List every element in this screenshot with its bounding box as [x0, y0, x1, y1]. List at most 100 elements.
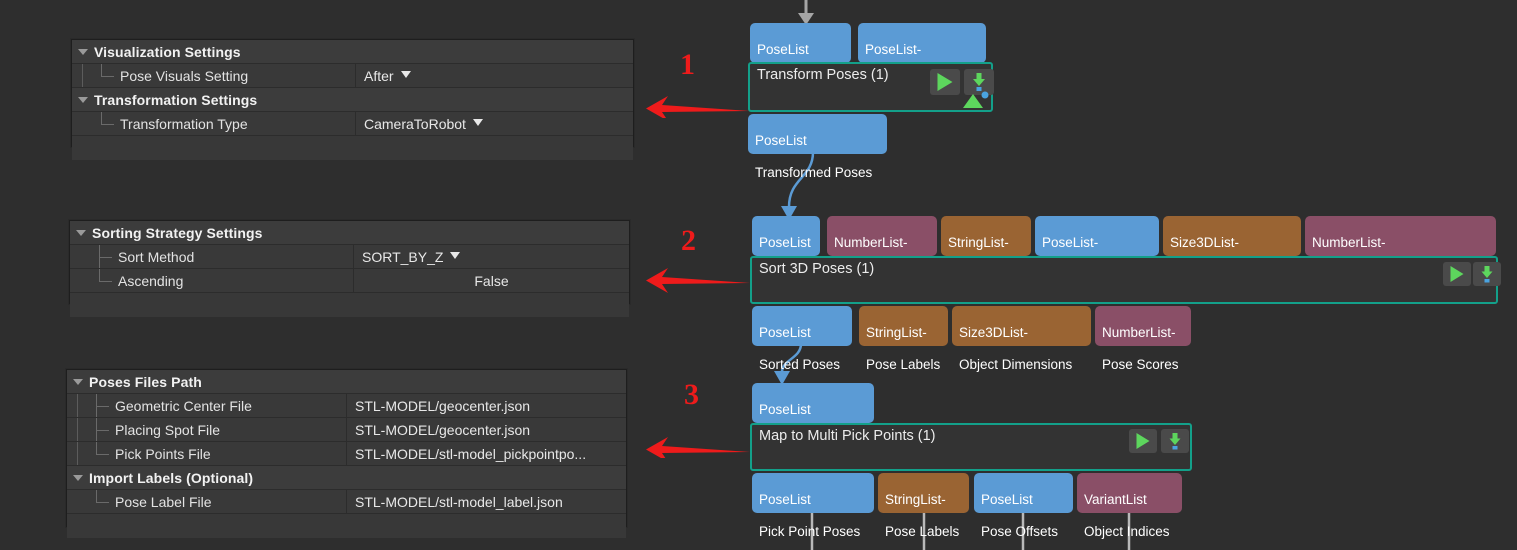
export-output-button[interactable]: [1473, 262, 1501, 286]
transform-poses-node[interactable]: Transform Poses (1): [748, 62, 994, 112]
setting-value-text: STL-MODEL/stl-model_pickpointpo...: [355, 445, 587, 462]
port-label: Object Indices: [1084, 524, 1170, 539]
setting-row-geometric-center-file[interactable]: Geometric Center File STL-MODEL/geocente…: [67, 394, 626, 418]
export-output-button[interactable]: [1161, 429, 1189, 453]
port-map-output-pose-offsets[interactable]: PoseList Pose Offsets: [974, 473, 1073, 539]
setting-value-geometric-center-file[interactable]: STL-MODEL/geocenter.json: [347, 394, 626, 417]
panel-filler-row: [67, 514, 626, 538]
tree-elbow-icon: [92, 245, 118, 268]
annotation-arrow-icon: [646, 96, 750, 118]
annotation-arrow-icon: [646, 437, 750, 458]
setting-label: Pose Visuals Setting: [120, 67, 249, 84]
port-label: Pick Point Poses: [759, 524, 861, 539]
setting-row-sort-method[interactable]: Sort Method SORT_BY_Z: [70, 245, 629, 269]
setting-value-ascending[interactable]: False: [354, 269, 629, 292]
port-type: StringList-: [885, 492, 946, 507]
setting-row-transformation-type[interactable]: Transformation Type CameraToRobot: [72, 112, 633, 136]
port-sort-input-poses-scores-to-be-sorted[interactable]: NumberList- Poses Scores to Be Sorted: [1305, 216, 1496, 282]
group-label: Sorting Strategy Settings: [92, 224, 263, 241]
setting-label: Geometric Center File: [115, 397, 252, 414]
setting-value-placing-spot-file[interactable]: STL-MODEL/geocenter.json: [347, 418, 626, 441]
chevron-down-icon[interactable]: [472, 119, 483, 126]
download-icon: [1169, 433, 1181, 450]
setting-row-pose-visuals-setting[interactable]: Pose Visuals Setting After: [72, 64, 633, 88]
setting-row-placing-spot-file[interactable]: Placing Spot File STL-MODEL/geocenter.js…: [67, 418, 626, 442]
port-label: Pose Scores: [1102, 357, 1179, 372]
map-to-multi-pick-points-node[interactable]: Map to Multi Pick Points (1): [750, 423, 1192, 471]
group-header-sorting-strategy-settings[interactable]: Sorting Strategy Settings: [70, 221, 629, 245]
annotation-1: 1: [640, 48, 750, 118]
tree-guide: [70, 269, 92, 292]
group-header-import-labels[interactable]: Import Labels (Optional): [67, 466, 626, 490]
tree-elbow-icon: [92, 269, 118, 292]
collapse-triangle-icon[interactable]: [72, 88, 94, 111]
setting-value-pose-visuals-setting[interactable]: After: [356, 64, 633, 87]
port-type: Size3DList-: [959, 325, 1029, 340]
port-type: PoseList: [759, 402, 811, 417]
port-sort-output-pose-scores[interactable]: NumberList- Pose Scores: [1095, 306, 1191, 372]
port-type: StringList-: [948, 235, 1009, 250]
output-indicator-icon: [963, 91, 989, 108]
port-map-output-object-indices[interactable]: VariantList Object Indices: [1077, 473, 1182, 539]
run-step-button[interactable]: [930, 69, 960, 95]
port-label: Sorted Poses: [759, 357, 841, 372]
port-transform-output-transformed-poses[interactable]: PoseList Transformed Poses: [748, 114, 887, 180]
annotation-3: 3: [640, 378, 750, 458]
port-sort-output-object-dimensions[interactable]: Size3DList- Object Dimensions: [952, 306, 1091, 372]
port-transform-input-original-poses[interactable]: PoseList Original Poses: [750, 23, 851, 89]
group-header-poses-files-path[interactable]: Poses Files Path: [67, 370, 626, 394]
setting-value-text: After: [364, 67, 394, 84]
run-step-button[interactable]: [1129, 429, 1157, 453]
collapse-triangle-icon[interactable]: [70, 221, 92, 244]
download-icon: [973, 73, 985, 91]
port-map-input-pick-point-poses[interactable]: PoseList Pick Point Poses: [752, 383, 874, 449]
port-label: Pose Labels: [866, 357, 941, 372]
setting-value-pick-points-file[interactable]: STL-MODEL/stl-model_pickpointpo...: [347, 442, 626, 465]
play-icon: [937, 73, 953, 91]
port-sort-input-object-dimensions[interactable]: Size3DList- Object Dimensions: [1163, 216, 1301, 282]
node-title: Map to Multi Pick Points (1): [759, 428, 936, 444]
port-sort-input-sorting-scores[interactable]: NumberList- Sorting Scores: [827, 216, 937, 282]
port-sort-input-reference-poses[interactable]: PoseList- Reference Poses: [1035, 216, 1159, 282]
group-header-transformation-settings[interactable]: Transformation Settings: [72, 88, 633, 112]
setting-row-pose-label-file[interactable]: Pose Label File STL-MODEL/stl-model_labe…: [67, 490, 626, 514]
panel-filler-row: [70, 293, 629, 317]
setting-value-pose-label-file[interactable]: STL-MODEL/stl-model_label.json: [347, 490, 626, 513]
port-transform-input-reference-poses[interactable]: PoseList- Reference Poses: [858, 23, 986, 89]
annotation-2: 2: [640, 224, 750, 294]
tree-elbow-icon: [89, 418, 115, 441]
panel-filler-row: [72, 136, 633, 160]
port-sort-output-pose-labels[interactable]: StringList- Pose Labels: [859, 306, 948, 372]
port-label: Pose Labels: [885, 524, 960, 539]
setting-row-ascending[interactable]: Ascending False: [70, 269, 629, 293]
tree-guide: [67, 490, 89, 513]
port-type: PoseList: [759, 235, 811, 250]
setting-value-transformation-type[interactable]: CameraToRobot: [356, 112, 633, 135]
play-icon: [1136, 433, 1150, 449]
port-sort-input-pose-labels[interactable]: StringList- Pose Labels: [941, 216, 1031, 282]
run-step-button[interactable]: [1443, 262, 1471, 286]
port-map-output-pose-labels[interactable]: StringList- Pose Labels: [878, 473, 969, 539]
group-label: Transformation Settings: [94, 91, 258, 108]
port-sort-input-poses[interactable]: PoseList Poses: [752, 216, 820, 282]
setting-value-sort-method[interactable]: SORT_BY_Z: [354, 245, 629, 268]
port-type: NumberList-: [834, 235, 908, 250]
port-map-output-pick-point-poses[interactable]: PoseList Pick Point Poses: [752, 473, 874, 539]
collapse-triangle-icon[interactable]: [67, 370, 89, 393]
sort-3d-poses-node[interactable]: Sort 3D Poses (1): [750, 256, 1501, 304]
collapse-triangle-icon[interactable]: [72, 40, 94, 63]
setting-label: Placing Spot File: [115, 421, 221, 438]
annotation-arrow-icon: [646, 268, 750, 293]
port-sort-output-sorted-poses[interactable]: PoseList Sorted Poses: [752, 306, 852, 372]
collapse-triangle-icon[interactable]: [67, 466, 89, 489]
chevron-down-icon[interactable]: [450, 252, 461, 259]
group-header-visualization-settings[interactable]: Visualization Settings: [72, 40, 633, 64]
setting-value-text: SORT_BY_Z: [362, 248, 444, 265]
port-type: VariantList: [1084, 492, 1147, 507]
chevron-down-icon[interactable]: [400, 71, 411, 78]
setting-row-pick-points-file[interactable]: Pick Points File STL-MODEL/stl-model_pic…: [67, 442, 626, 466]
tree-elbow-icon: [94, 112, 120, 135]
play-icon: [1450, 266, 1464, 282]
port-type: PoseList-: [1042, 235, 1099, 250]
tree-guide: [67, 394, 89, 417]
